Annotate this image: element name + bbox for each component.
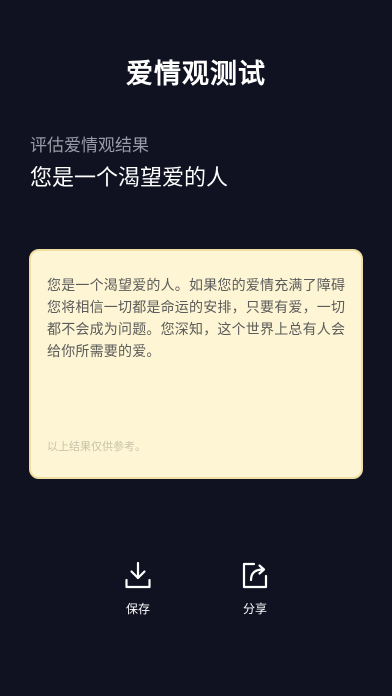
result-headline: 您是一个渴望爱的人: [30, 166, 229, 191]
share-icon: [242, 562, 268, 589]
disclaimer-note: 以上结果仅供参考。: [47, 440, 146, 453]
result-page: 爱情观测试 评估爱情观结果 您是一个渴望爱的人 您是一个渴望爱的人。如果您的爱情…: [0, 0, 392, 696]
result-subtitle: 评估爱情观结果: [30, 136, 149, 156]
result-card: 您是一个渴望爱的人。如果您的爱情充满了障碍您将相信一切都是命运的安排，只要有爱，…: [29, 249, 363, 479]
page-title: 爱情观测试: [126, 59, 266, 90]
save-label: 保存: [125, 602, 150, 616]
result-description: 您是一个渴望爱的人。如果您的爱情充满了障碍您将相信一切都是命运的安排，只要有爱，…: [47, 278, 346, 360]
save-button[interactable]: 保存: [108, 560, 168, 617]
download-icon: [125, 561, 151, 589]
share-button[interactable]: 分享: [225, 560, 285, 617]
share-label: 分享: [242, 602, 267, 616]
